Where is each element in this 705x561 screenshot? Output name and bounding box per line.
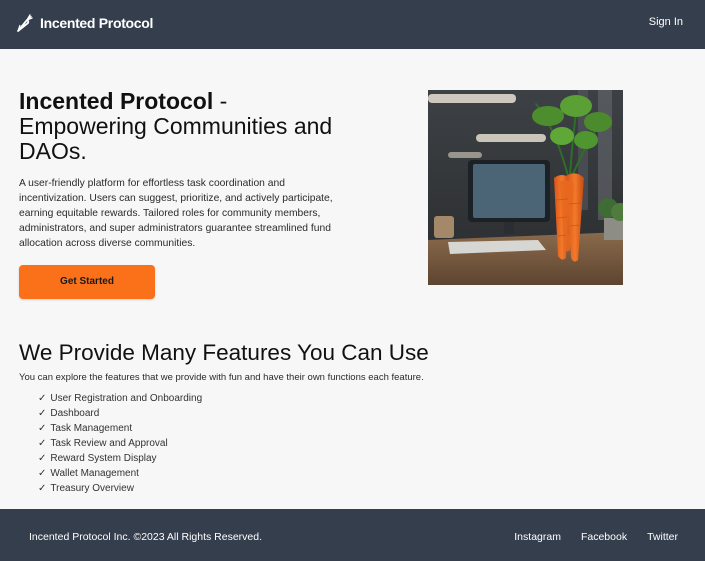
twitter-link[interactable]: Twitter (647, 531, 678, 543)
facebook-link[interactable]: Facebook (581, 531, 627, 543)
carrot-icon (17, 14, 33, 32)
check-icon: ✓ (38, 423, 47, 434)
features-subtitle: You can explore the features that we pro… (19, 372, 424, 383)
features-heading: We Provide Many Features You Can Use (19, 340, 429, 365)
hero-title: Incented Protocol - Empowering Communiti… (19, 89, 349, 164)
feature-item-label: Reward System Display (50, 453, 157, 464)
check-icon: ✓ (38, 483, 47, 494)
feature-item-label: Task Review and Approval (50, 438, 168, 449)
feature-item-label: User Registration and Onboarding (50, 393, 203, 404)
check-icon: ✓ (38, 393, 47, 404)
feature-item: ✓ User Registration and Onboarding (38, 391, 202, 406)
feature-list: ✓ User Registration and Onboarding ✓ Dashb… (38, 391, 202, 496)
get-started-button[interactable]: Get Started (19, 265, 155, 299)
brand-name: Incented Protocol (40, 15, 154, 31)
feature-item: ✓ Reward System Display (38, 451, 202, 466)
brand-logo-link[interactable]: Incented Protocol (14, 12, 153, 34)
feature-item: ✓ Task Review and Approval (38, 436, 202, 451)
feature-item: ✓ Dashboard (38, 406, 202, 421)
instagram-link[interactable]: Instagram (514, 531, 561, 543)
feature-item-label: Dashboard (50, 408, 100, 419)
social-links: Instagram Facebook Twitter (514, 531, 678, 543)
check-icon: ✓ (38, 438, 47, 449)
hero-description: A user-friendly platform for effortless … (19, 178, 333, 249)
hero-title-brand: Incented Protocol (19, 88, 214, 114)
sign-in-link[interactable]: Sign In (649, 16, 683, 28)
site-footer: Incented Protocol Inc. ©2023 All Rights … (0, 509, 705, 561)
feature-item-label: Treasury Overview (50, 483, 134, 494)
check-icon: ✓ (38, 468, 47, 479)
check-icon: ✓ (38, 408, 47, 419)
top-nav: Incented Protocol Sign In (0, 0, 705, 49)
copyright-text: Incented Protocol Inc. ©2023 All Rights … (29, 531, 263, 543)
feature-item: ✓ Wallet Management (38, 466, 202, 481)
feature-item-label: Wallet Management (50, 468, 139, 479)
check-icon: ✓ (38, 453, 47, 464)
hero-image-carrots-on-desk (428, 90, 623, 285)
feature-item: ✓ Task Management (38, 421, 202, 436)
feature-item: ✓ Treasury Overview (38, 481, 202, 496)
feature-item-label: Task Management (50, 423, 133, 434)
